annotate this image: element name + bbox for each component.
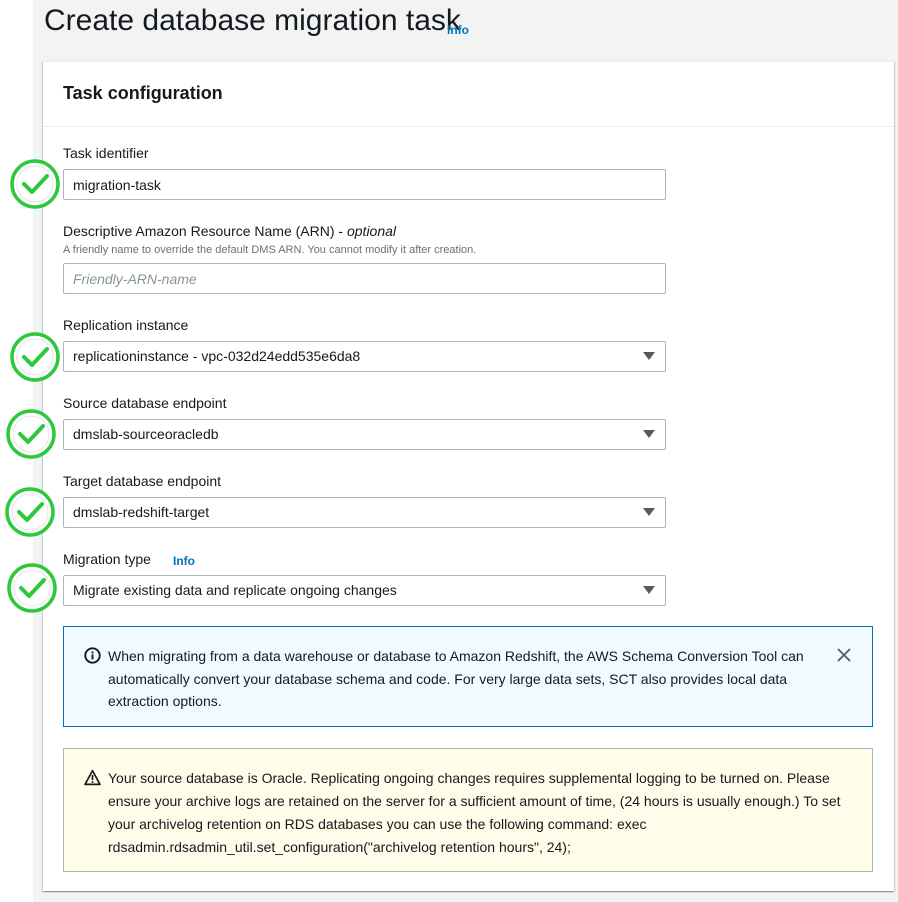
schema-conversion-info-alert: When migrating from a data warehouse or … <box>63 626 873 727</box>
caret-down-icon <box>643 352 655 360</box>
arn-description: A friendly name to override the default … <box>63 244 477 256</box>
caret-down-icon <box>643 586 655 594</box>
check-circle-icon <box>7 563 57 613</box>
source-endpoint-label: Source database endpoint <box>63 395 227 411</box>
migration-type-info-link[interactable]: Info <box>173 554 195 568</box>
check-circle-icon <box>10 159 60 209</box>
source-endpoint-select[interactable]: dmslab-sourceoracledb <box>63 419 666 450</box>
arn-input[interactable] <box>63 263 666 294</box>
replication-instance-select[interactable]: replicationinstance - vpc-032d24edd535e6… <box>63 341 666 372</box>
info-circle-icon <box>84 647 101 664</box>
check-circle-icon <box>10 332 60 382</box>
replication-instance-label: Replication instance <box>63 317 189 333</box>
check-circle-icon <box>5 487 55 537</box>
arn-label: Descriptive Amazon Resource Name (ARN) -… <box>63 223 396 239</box>
info-alert-text: When migrating from a data warehouse or … <box>108 648 804 709</box>
source-endpoint-value: dmslab-sourceoracledb <box>73 426 219 442</box>
replication-instance-value: replicationinstance - vpc-032d24edd535e6… <box>73 348 361 364</box>
oracle-logging-warning-alert: Your source database is Oracle. Replicat… <box>63 748 873 872</box>
warning-triangle-icon <box>84 769 101 786</box>
panel-header: Task configuration <box>43 62 894 127</box>
page-title: Create database migration task <box>44 4 461 37</box>
warning-alert-text: Your source database is Oracle. Replicat… <box>108 770 841 855</box>
migration-type-value: Migrate existing data and replicate ongo… <box>73 582 397 598</box>
caret-down-icon <box>643 508 655 516</box>
panel-title: Task configuration <box>63 83 223 103</box>
page-title-info-link[interactable]: Info <box>447 23 469 37</box>
close-icon[interactable] <box>836 647 852 663</box>
task-identifier-input[interactable] <box>63 169 666 200</box>
caret-down-icon <box>643 430 655 438</box>
target-endpoint-value: dmslab-redshift-target <box>73 504 210 520</box>
migration-type-select[interactable]: Migrate existing data and replicate ongo… <box>63 575 666 606</box>
migration-type-label: Migration type <box>63 551 151 567</box>
check-circle-icon <box>6 409 56 459</box>
target-endpoint-select[interactable]: dmslab-redshift-target <box>63 497 666 528</box>
target-endpoint-label: Target database endpoint <box>63 473 222 489</box>
arn-optional-text: optional <box>346 223 397 239</box>
task-identifier-label: Task identifier <box>63 145 149 161</box>
arn-label-text: Descriptive Amazon Resource Name (ARN) - <box>63 223 347 239</box>
